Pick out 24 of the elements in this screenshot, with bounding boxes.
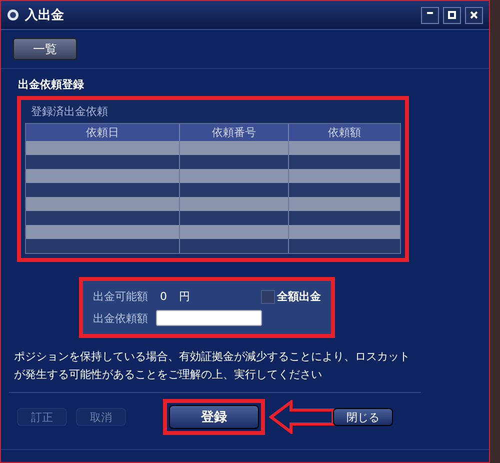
list-button[interactable]: 一覧 bbox=[13, 38, 77, 60]
maximize-icon bbox=[448, 11, 456, 19]
minimize-button[interactable] bbox=[421, 6, 439, 24]
checkbox-label: 全額出金 bbox=[277, 289, 321, 304]
register-button[interactable]: 登録 bbox=[169, 405, 259, 429]
section-title: 出金依頼登録 bbox=[18, 77, 85, 92]
window-title: 入出金 bbox=[25, 6, 64, 24]
panel-title: 登録済出金依頼 bbox=[30, 104, 109, 120]
maximize-button[interactable] bbox=[443, 6, 461, 24]
annotation-arrow bbox=[269, 400, 335, 434]
app-icon bbox=[7, 9, 19, 21]
column-header: 依頼額 bbox=[289, 124, 400, 141]
available-label: 出金可能額 bbox=[93, 289, 148, 304]
amount-input-field[interactable] bbox=[156, 310, 262, 326]
unit-label: 円 bbox=[179, 289, 190, 304]
close-button[interactable] bbox=[465, 6, 483, 24]
checkbox[interactable] bbox=[261, 290, 275, 304]
available-value: 0 bbox=[160, 290, 167, 303]
column-header: 依頼日 bbox=[26, 124, 180, 141]
notice-text: ポジションを保持している場合、有効証拠金が減少することにより、ロスカットが発生する可能性があることをご理解の上、実行してください bbox=[14, 349, 411, 383]
action-button[interactable]: 閉じる bbox=[333, 408, 393, 426]
close-icon bbox=[470, 11, 478, 19]
request-label: 出金依頼額 bbox=[93, 310, 148, 326]
column-header: 依頼番号 bbox=[180, 124, 289, 141]
